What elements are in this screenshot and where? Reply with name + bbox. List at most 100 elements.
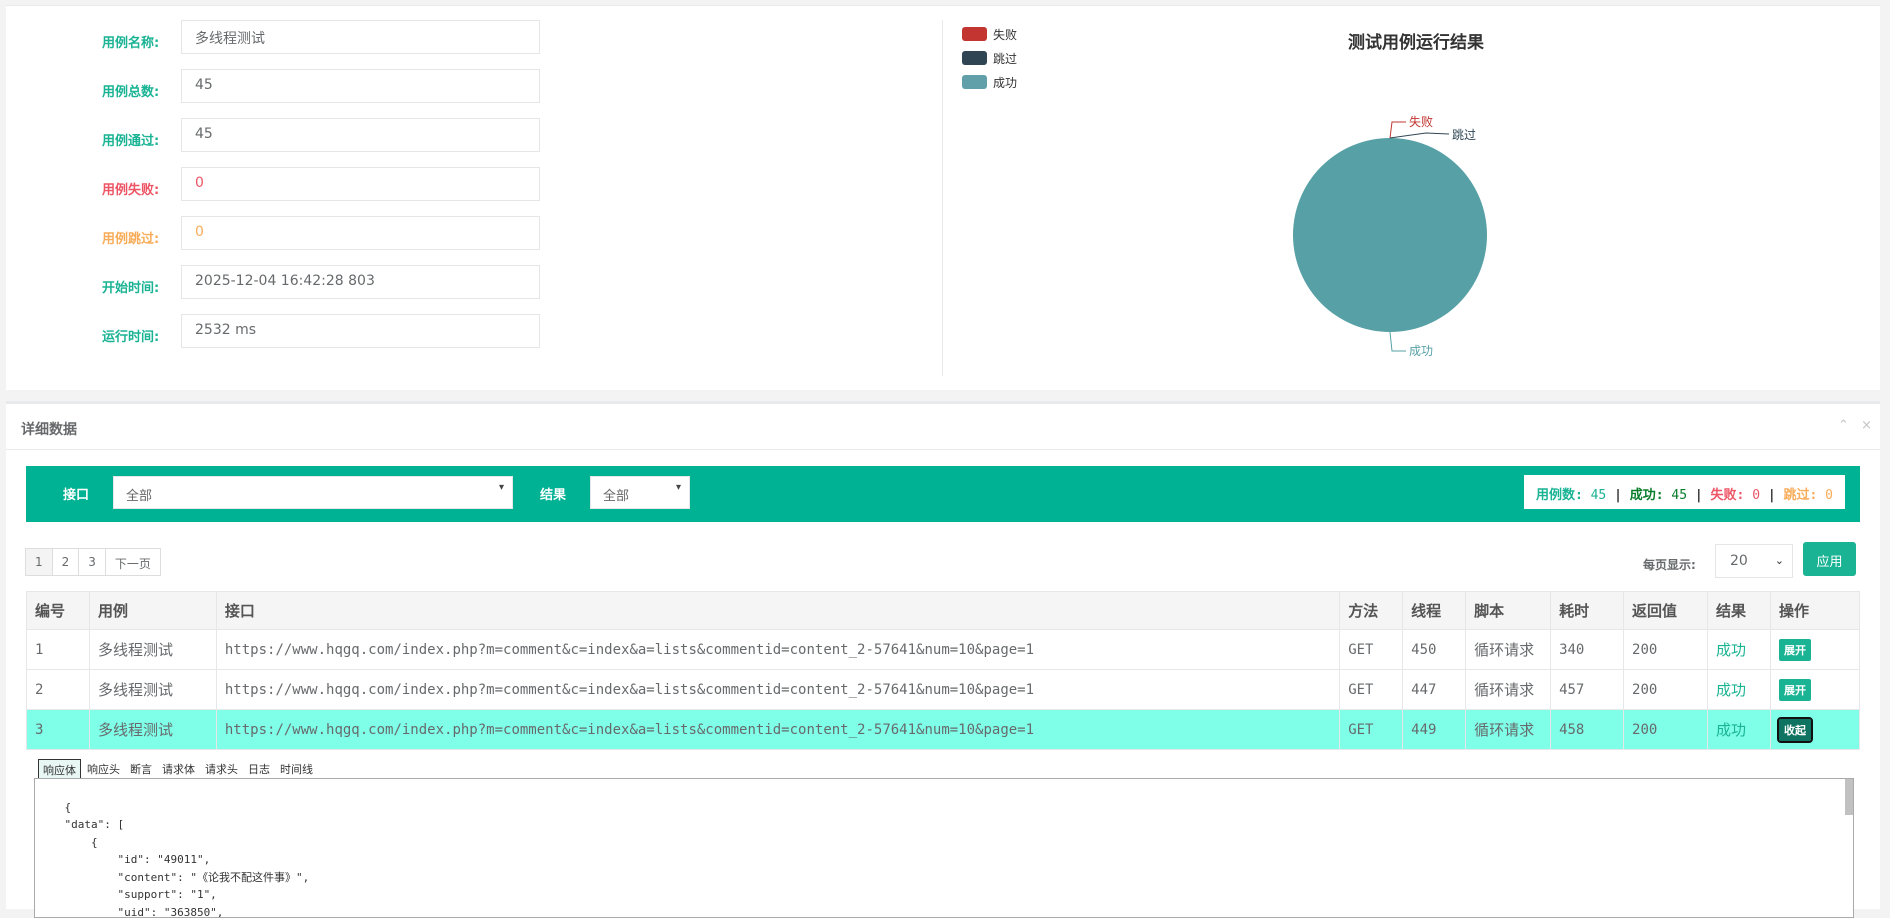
summary-label: 用例跳过: (102, 228, 182, 247)
cell-method: GET (1340, 710, 1403, 750)
per-page-select[interactable]: 20 ⌄ (1715, 544, 1793, 578)
cell-api: https://www.hqgq.com/index.php?m=comment… (216, 710, 1339, 750)
cell-code: 200 (1624, 670, 1708, 710)
cell-api: https://www.hqgq.com/index.php?m=comment… (216, 670, 1339, 710)
cell-thread: 450 (1403, 630, 1466, 670)
api-filter-value: 全部 (126, 489, 152, 504)
api-filter-select[interactable]: 全部 ▾ (113, 476, 513, 509)
collapse-icon[interactable]: ⌃ (1838, 418, 1849, 433)
legend-item-fail[interactable]: 失败 (962, 22, 1017, 46)
summary-label: 用例通过: (102, 130, 182, 149)
close-icon[interactable]: × (1861, 418, 1872, 433)
stat-sep: | (1768, 488, 1776, 503)
summary-value-field[interactable]: 0 (181, 216, 540, 250)
cell-action: 展开 (1770, 630, 1859, 670)
cell-id: 1 (27, 630, 90, 670)
cell-result: 成功 (1708, 710, 1771, 750)
summary-value-field[interactable]: 2532 ms (181, 314, 540, 348)
cell-id: 2 (27, 670, 90, 710)
col-header[interactable]: 脚本 (1466, 592, 1551, 630)
result-filter-value: 全部 (603, 489, 629, 504)
col-header[interactable]: 结果 (1708, 592, 1771, 630)
cell-code: 200 (1624, 630, 1708, 670)
cell-thread: 447 (1403, 670, 1466, 710)
stat-skip-label: 跳过: (1784, 488, 1818, 503)
col-header[interactable]: 编号 (27, 592, 90, 630)
response-body-text: { "data": [ { "id": "49011", "content": … (38, 801, 309, 918)
pie-slice-success[interactable] (1293, 138, 1487, 332)
col-header[interactable]: 耗时 (1551, 592, 1624, 630)
chart-title: 测试用例运行结果 (1206, 28, 1626, 53)
pie-label-success: 成功 (1409, 344, 1433, 358)
stat-skip: 0 (1825, 488, 1833, 503)
pie-label-fail: 失败 (1409, 114, 1433, 129)
api-filter-label: 接口 (63, 484, 89, 503)
legend-label: 失败 (993, 26, 1017, 43)
col-header[interactable]: 方法 (1340, 592, 1403, 630)
table-row[interactable]: 2多线程测试https://www.hqgq.com/index.php?m=c… (27, 670, 1860, 710)
cell-method: GET (1340, 670, 1403, 710)
table-row[interactable]: 1多线程测试https://www.hqgq.com/index.php?m=c… (27, 630, 1860, 670)
cell-script: 循环请求 (1466, 670, 1551, 710)
summary-panel: 用例名称:多线程测试用例总数:45用例通过:45用例失败:0用例跳过:0开始时间… (6, 5, 1880, 390)
apply-button[interactable]: 应用 (1803, 542, 1856, 576)
collapse-button[interactable]: 收起 (1779, 719, 1811, 741)
legend-item-skip[interactable]: 跳过 (962, 46, 1017, 70)
col-header[interactable]: 用例 (89, 592, 216, 630)
expand-button[interactable]: 展开 (1779, 679, 1811, 701)
summary-value-field[interactable]: 45 (181, 69, 540, 103)
cell-script: 循环请求 (1466, 630, 1551, 670)
summary-label: 用例失败: (102, 179, 182, 198)
summary-value-field[interactable]: 2025-12-04 16:42:28 803 (181, 265, 540, 299)
table-header-row: 编号 用例 接口 方法 线程 脚本 耗时 返回值 结果 操作 (27, 592, 1860, 630)
next-page-button[interactable]: 下一页 (105, 548, 161, 576)
summary-value-field[interactable]: 45 (181, 118, 540, 152)
page-button-1[interactable]: 1 (25, 548, 53, 576)
cell-time: 340 (1551, 630, 1624, 670)
pie-chart: 失败 跳过 成功 (1286, 106, 1546, 366)
stat-sep: | (1695, 488, 1703, 503)
cell-action: 收起 (1770, 710, 1859, 750)
stat-fail: 0 (1752, 488, 1760, 503)
label-line-skip (1390, 133, 1449, 138)
chevron-down-icon: ▾ (499, 482, 504, 493)
legend-item-success[interactable]: 成功 (962, 70, 1017, 94)
cell-case: 多线程测试 (89, 670, 216, 710)
cell-thread: 449 (1403, 710, 1466, 750)
stat-success: 45 (1671, 488, 1687, 503)
divider (942, 20, 943, 376)
stats-summary: 用例数: 45 | 成功: 45 | 失败: 0 | 跳过: 0 (1524, 475, 1845, 509)
summary-value-field[interactable]: 0 (181, 167, 540, 201)
col-header[interactable]: 返回值 (1624, 592, 1708, 630)
detail-panel: 详细数据 ⌃ × 接口 全部 ▾ 结果 全部 ▾ 用例数: 45 | 成功: 4… (6, 401, 1880, 909)
col-header[interactable]: 接口 (216, 592, 1339, 630)
summary-value-field[interactable]: 多线程测试 (181, 20, 540, 54)
legend-label: 成功 (993, 74, 1017, 91)
summary-label: 运行时间: (102, 326, 182, 345)
result-filter-select[interactable]: 全部 ▾ (590, 476, 690, 509)
summary-label: 开始时间: (102, 277, 182, 296)
filter-bar: 接口 全部 ▾ 结果 全部 ▾ 用例数: 45 | 成功: 45 | 失败: 0… (26, 466, 1860, 522)
panel-tools: ⌃ × (1830, 418, 1872, 433)
expand-button[interactable]: 展开 (1779, 639, 1811, 661)
results-table: 编号 用例 接口 方法 线程 脚本 耗时 返回值 结果 操作 1多线程测试htt… (26, 591, 1860, 750)
page-button-3[interactable]: 3 (78, 548, 106, 576)
col-header[interactable]: 操作 (1770, 592, 1859, 630)
stat-total: 45 (1591, 488, 1607, 503)
cell-api: https://www.hqgq.com/index.php?m=comment… (216, 630, 1339, 670)
stat-success-label: 成功: (1630, 488, 1664, 503)
per-page-label: 每页显示: (1643, 556, 1696, 573)
stat-fail-label: 失败: (1711, 488, 1745, 503)
page-button-2[interactable]: 2 (52, 548, 80, 576)
stat-total-label: 用例数: (1536, 488, 1583, 503)
col-header[interactable]: 线程 (1403, 592, 1466, 630)
pagination: 1 2 3 下一页 (26, 548, 161, 576)
cell-result: 成功 (1708, 630, 1771, 670)
panel-title: 详细数据 (21, 419, 77, 439)
pie-label-skip: 跳过 (1452, 128, 1476, 142)
table-row[interactable]: 3多线程测试https://www.hqgq.com/index.php?m=c… (27, 710, 1860, 750)
scrollbar-thumb[interactable] (1845, 779, 1853, 815)
legend-label: 跳过 (993, 50, 1017, 67)
response-body-viewer[interactable]: { "data": [ { "id": "49011", "content": … (34, 778, 1854, 918)
chevron-down-icon: ⌄ (1775, 554, 1784, 567)
